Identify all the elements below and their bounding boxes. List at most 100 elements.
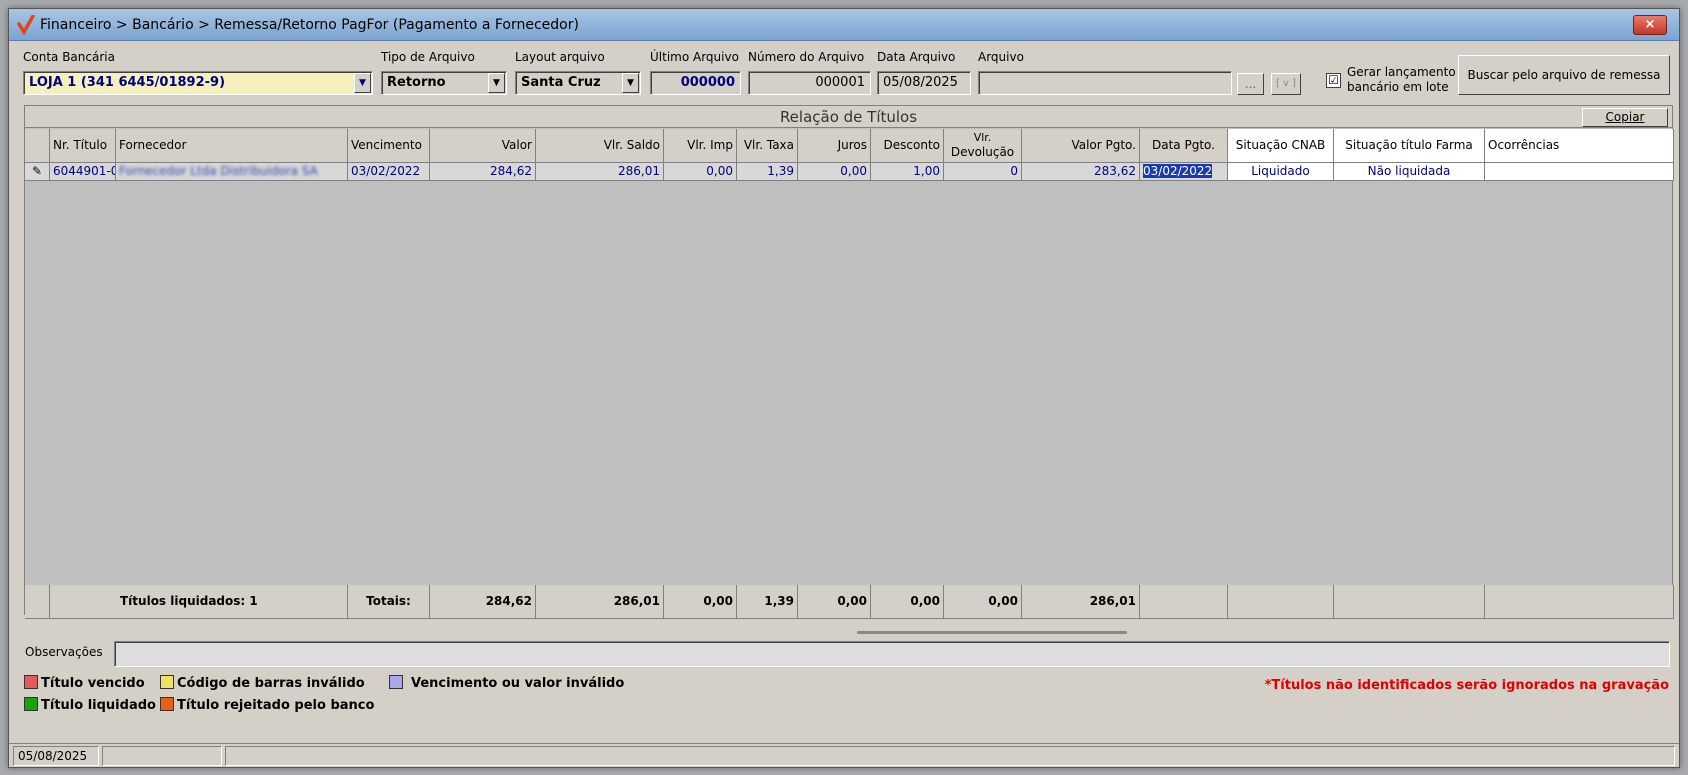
title-bar: Financeiro > Bancário > Remessa/Retorno … bbox=[9, 9, 1679, 41]
totals-imp: 0,00 bbox=[664, 585, 737, 619]
header-vencimento[interactable]: Vencimento bbox=[348, 129, 430, 163]
data-field[interactable]: 05/08/2025 bbox=[877, 71, 971, 95]
header-pgto[interactable]: Valor Pgto. bbox=[1022, 129, 1140, 163]
totals-indicator bbox=[25, 585, 50, 619]
numero-field[interactable]: 000001 bbox=[748, 71, 871, 95]
header-juros[interactable]: Juros bbox=[798, 129, 871, 163]
header-desconto[interactable]: Desconto bbox=[871, 129, 944, 163]
row-imp[interactable]: 0,00 bbox=[664, 163, 737, 181]
totals-empty-4 bbox=[1485, 585, 1674, 619]
gerar-label-2: bancário em lote bbox=[1347, 80, 1449, 94]
header-devolucao[interactable]: Vlr. Devolução bbox=[944, 129, 1022, 163]
row-data-pgto-text: 03/02/2022 bbox=[1143, 164, 1213, 178]
legend-vencido-swatch bbox=[24, 675, 38, 689]
header-imp[interactable]: Vlr. Imp bbox=[664, 129, 737, 163]
grid-caption-bar: Relação de Títulos Copiar bbox=[25, 106, 1672, 128]
gerar-checkbox[interactable]: ☑ bbox=[1326, 73, 1341, 88]
header-valor[interactable]: Valor bbox=[430, 129, 536, 163]
observacoes-field[interactable] bbox=[114, 641, 1670, 667]
row-vencimento[interactable]: 03/02/2022 bbox=[348, 163, 430, 181]
totals-saldo: 286,01 bbox=[536, 585, 664, 619]
row-desconto[interactable]: 1,00 bbox=[871, 163, 944, 181]
legend-codigo-label: Código de barras inválido bbox=[177, 676, 365, 691]
header-devolucao-2: Devolução bbox=[950, 145, 1015, 159]
legend-warning: *Títulos não identificados serão ignorad… bbox=[1264, 678, 1669, 693]
gerar-label-1: Gerar lançamento bbox=[1347, 65, 1456, 79]
arquivo-label: Arquivo bbox=[978, 50, 1024, 64]
copiar-button[interactable]: Copiar bbox=[1582, 108, 1668, 127]
row-taxa[interactable]: 1,39 bbox=[737, 163, 798, 181]
legend-vencido: Título vencido bbox=[24, 675, 145, 691]
status-panel-2 bbox=[102, 746, 222, 766]
view-button[interactable]: [ v ] bbox=[1271, 73, 1301, 95]
chevron-down-icon[interactable]: ▼ bbox=[622, 73, 639, 93]
row-fornecedor-text: Fornecedor Ltda Distribuidora SA bbox=[119, 164, 318, 178]
header-ocorrencias[interactable]: Ocorrências bbox=[1485, 129, 1674, 163]
status-date: 05/08/2025 bbox=[13, 746, 99, 766]
status-panel-3 bbox=[225, 746, 1675, 766]
chevron-down-icon[interactable]: ▼ bbox=[488, 73, 505, 93]
legend-rejeitado-swatch bbox=[160, 697, 174, 711]
row-devolucao[interactable]: 0 bbox=[944, 163, 1022, 181]
arquivo-field[interactable] bbox=[978, 71, 1232, 95]
conta-label: Conta Bancária bbox=[23, 50, 115, 64]
totals-label: Totais: bbox=[348, 585, 430, 619]
totals-liquidados: Títulos liquidados: 1 bbox=[50, 585, 348, 619]
totals-empty-2 bbox=[1228, 585, 1334, 619]
row-pgto[interactable]: 283,62 bbox=[1022, 163, 1140, 181]
row-nr[interactable]: 6044901-0 bbox=[50, 163, 116, 181]
row-valor[interactable]: 284,62 bbox=[430, 163, 536, 181]
legend-codigo: Código de barras inválido bbox=[160, 675, 365, 691]
row-juros[interactable]: 0,00 bbox=[798, 163, 871, 181]
layout-value: Santa Cruz bbox=[521, 75, 601, 90]
legend-codigo-swatch bbox=[160, 675, 174, 689]
row-saldo[interactable]: 286,01 bbox=[536, 163, 664, 181]
header-cnab[interactable]: Situação CNAB bbox=[1228, 129, 1334, 163]
header-farma[interactable]: Situação título Farma bbox=[1334, 129, 1485, 163]
legend-liquidado-label: Título liquidado bbox=[41, 698, 156, 713]
horizontal-scrollbar[interactable] bbox=[857, 631, 1127, 634]
close-button[interactable]: × bbox=[1633, 15, 1667, 35]
legend-vencimento-label: Vencimento ou valor inválido bbox=[411, 676, 625, 691]
legend-vencimento-swatch bbox=[389, 675, 403, 689]
totals-empty-3 bbox=[1334, 585, 1485, 619]
buscar-button[interactable]: Buscar pelo arquivo de remessa bbox=[1458, 55, 1670, 95]
main-window: Financeiro > Bancário > Remessa/Retorno … bbox=[8, 8, 1680, 768]
legend-vencimento: Vencimento ou valor inválido bbox=[389, 675, 624, 691]
legend-rejeitado-label: Título rejeitado pelo banco bbox=[177, 698, 375, 713]
totals-juros: 0,00 bbox=[798, 585, 871, 619]
titulos-grid[interactable]: Relação de Títulos Copiar Nr. Título For… bbox=[24, 105, 1674, 634]
row-fornecedor[interactable]: Fornecedor Ltda Distribuidora SA bbox=[116, 163, 348, 181]
header-taxa[interactable]: Vlr. Taxa bbox=[737, 129, 798, 163]
layout-select[interactable]: Santa Cruz ▼ bbox=[515, 71, 641, 95]
totals-empty-1 bbox=[1140, 585, 1228, 619]
header-data-pgto[interactable]: Data Pgto. bbox=[1140, 129, 1228, 163]
row-data-pgto[interactable]: 03/02/2022 bbox=[1140, 163, 1228, 181]
conta-value: LOJA 1 (341 6445/01892-9) bbox=[29, 75, 226, 90]
row-ocorrencias[interactable] bbox=[1485, 163, 1674, 181]
totals-pgto: 286,01 bbox=[1022, 585, 1140, 619]
app-logo-icon bbox=[17, 15, 35, 35]
header-nr[interactable]: Nr. Título bbox=[50, 129, 116, 163]
legend-liquidado-swatch bbox=[24, 697, 38, 711]
conta-select[interactable]: LOJA 1 (341 6445/01892-9) ▼ bbox=[23, 71, 373, 95]
ultimo-field[interactable]: 000000 bbox=[650, 71, 741, 95]
layout-label: Layout arquivo bbox=[515, 50, 605, 64]
tipo-select[interactable]: Retorno ▼ bbox=[381, 71, 507, 95]
data-label: Data Arquivo bbox=[877, 50, 956, 64]
tipo-value: Retorno bbox=[387, 75, 446, 90]
pencil-icon[interactable]: ✎ bbox=[25, 163, 50, 181]
row-farma[interactable]: Não liquidada bbox=[1334, 163, 1485, 181]
totals-valor: 284,62 bbox=[430, 585, 536, 619]
header-saldo[interactable]: Vlr. Saldo bbox=[536, 129, 664, 163]
header-fornecedor[interactable]: Fornecedor bbox=[116, 129, 348, 163]
grid-caption: Relação de Títulos bbox=[779, 108, 918, 126]
row-cnab[interactable]: Liquidado bbox=[1228, 163, 1334, 181]
browse-button[interactable]: ... bbox=[1237, 73, 1264, 95]
numero-label: Número do Arquivo bbox=[748, 50, 865, 64]
header-devolucao-1: Vlr. bbox=[973, 131, 992, 144]
legend-liquidado: Título liquidado bbox=[24, 697, 156, 713]
legend-rejeitado: Título rejeitado pelo banco bbox=[160, 697, 374, 713]
chevron-down-icon[interactable]: ▼ bbox=[354, 73, 371, 93]
window-title: Financeiro > Bancário > Remessa/Retorno … bbox=[40, 17, 579, 33]
